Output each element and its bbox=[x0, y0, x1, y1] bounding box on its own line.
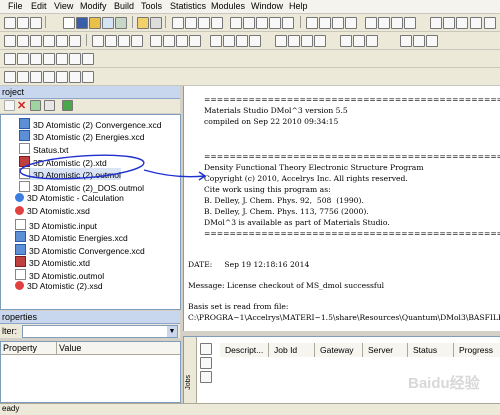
status-bar: eady bbox=[0, 403, 500, 415]
annotation-arrow bbox=[143, 169, 206, 178]
highlight-circle bbox=[19, 154, 145, 180]
annotation-overlay bbox=[19, 154, 207, 181]
baidu-watermark: Baidu经验 bbox=[408, 375, 480, 392]
status-text: eady bbox=[2, 404, 20, 413]
